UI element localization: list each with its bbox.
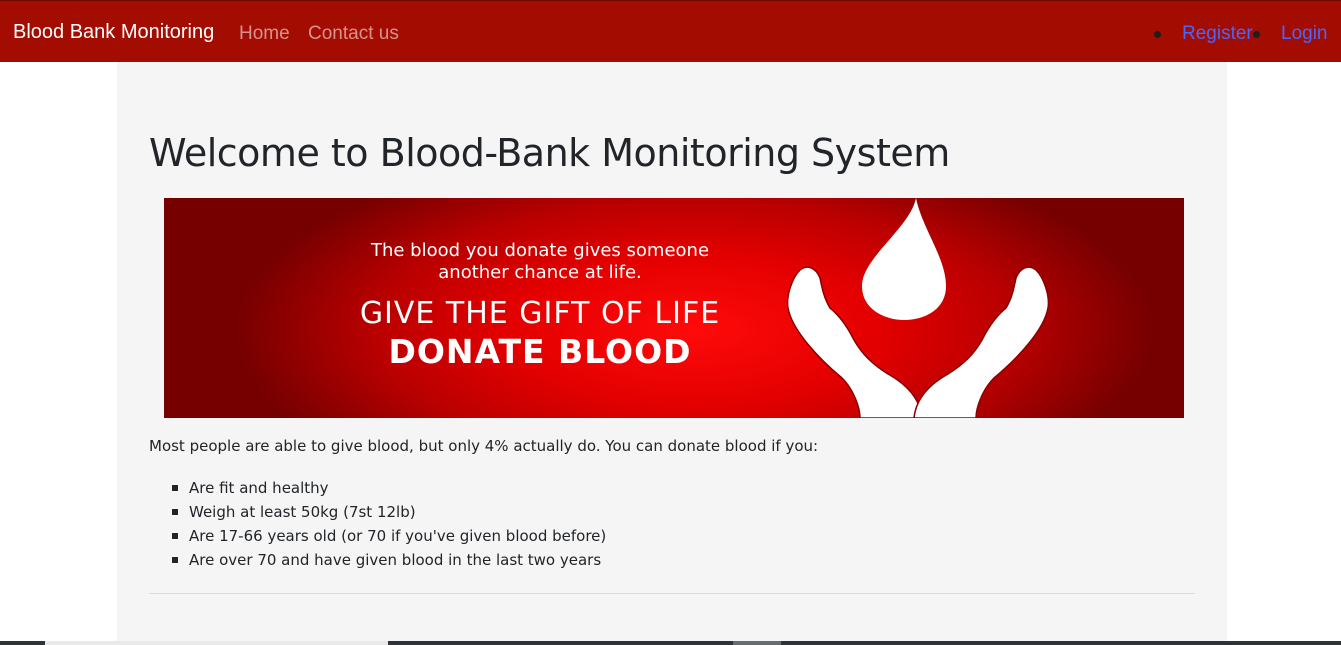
banner-tagline-line1: The blood you donate gives someone xyxy=(370,240,710,261)
top-navbar: Blood Bank Monitoring Home Contact us Re… xyxy=(0,0,1341,62)
square-bullet-icon xyxy=(172,557,178,563)
scrollbar-segment xyxy=(733,641,781,645)
list-bullet-icon xyxy=(1253,31,1260,38)
banner-subheadline: DONATE BLOOD xyxy=(388,332,692,371)
banner-tagline-line2: another chance at life. xyxy=(438,262,642,283)
horizontal-divider xyxy=(149,593,1195,594)
list-item: Are fit and healthy xyxy=(149,476,606,500)
login-link[interactable]: Login xyxy=(1281,22,1328,46)
list-item: Are 17-66 years old (or 70 if you've giv… xyxy=(149,524,606,548)
brand-link[interactable]: Blood Bank Monitoring xyxy=(13,20,214,44)
square-bullet-icon xyxy=(172,485,178,491)
requirement-text: Are 17-66 years old (or 70 if you've giv… xyxy=(189,527,607,545)
page-title: Welcome to Blood-Bank Monitoring System xyxy=(149,131,950,175)
blood-drop-hands-icon xyxy=(786,198,1050,418)
list-item: Are over 70 and have given blood in the … xyxy=(149,548,606,572)
requirement-text: Are over 70 and have given blood in the … xyxy=(189,551,602,569)
list-bullet-icon xyxy=(1154,31,1161,38)
square-bullet-icon xyxy=(172,533,178,539)
nav-contact-link[interactable]: Contact us xyxy=(308,22,399,46)
register-link[interactable]: Register xyxy=(1182,22,1253,46)
requirements-list: Are fit and healthy Weigh at least 50kg … xyxy=(149,476,606,572)
intro-paragraph: Most people are able to give blood, but … xyxy=(149,437,819,455)
list-item: Weigh at least 50kg (7st 12lb) xyxy=(149,500,606,524)
blood-drop-icon xyxy=(862,198,946,320)
requirement-text: Weigh at least 50kg (7st 12lb) xyxy=(189,503,416,521)
banner-headline: GIVE THE GIFT OF LIFE xyxy=(359,296,721,331)
scrollbar-thumb[interactable] xyxy=(45,641,388,645)
nav-home-link[interactable]: Home xyxy=(239,22,290,46)
requirement-text: Are fit and healthy xyxy=(189,479,329,497)
square-bullet-icon xyxy=(172,509,178,515)
